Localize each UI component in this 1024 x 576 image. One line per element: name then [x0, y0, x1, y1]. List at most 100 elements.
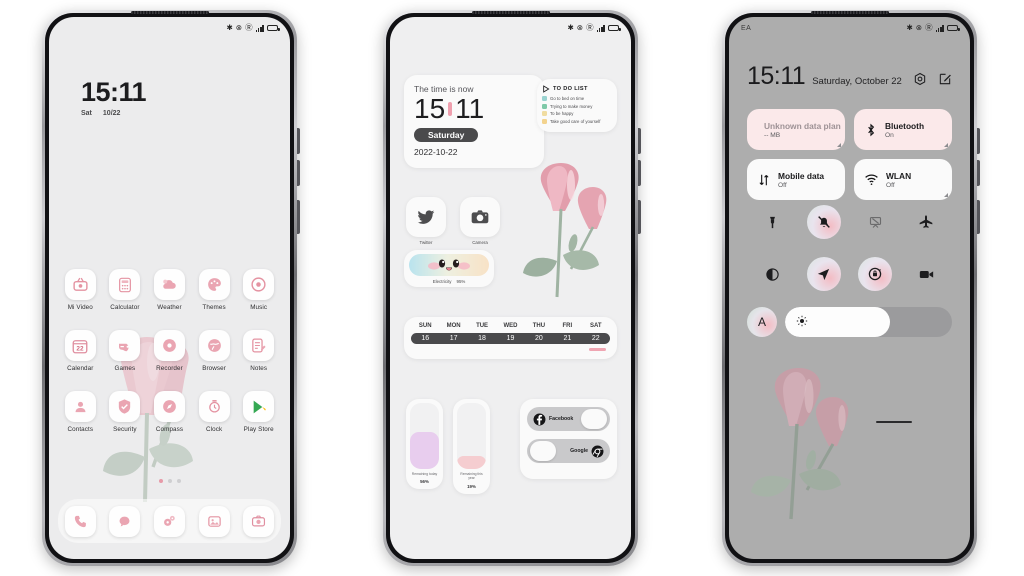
- checkbox-checked-icon[interactable]: [542, 103, 547, 109]
- app-weather[interactable]: Weather: [147, 269, 192, 311]
- app-notes[interactable]: Notes: [236, 330, 281, 372]
- page-indicator[interactable]: [158, 479, 181, 483]
- app-music[interactable]: Music: [236, 269, 281, 311]
- todo-item-text: Trying to make money: [550, 103, 593, 109]
- power-button[interactable]: [977, 200, 980, 234]
- todo-widget[interactable]: TO DO LIST Go to bed on time Trying to m…: [537, 79, 617, 133]
- quick-toggle-silent[interactable]: [806, 205, 841, 239]
- toggle-knob[interactable]: [530, 441, 556, 461]
- volume-up-button[interactable]: [297, 128, 300, 154]
- checkbox-checked-icon[interactable]: [542, 118, 547, 124]
- app-security[interactable]: Security: [103, 391, 148, 433]
- time-widget[interactable]: The time is now 15 11 Saturday 2022-10-2…: [404, 75, 544, 168]
- security-icon: [109, 391, 141, 422]
- quick-toggle-location[interactable]: [806, 257, 841, 291]
- volume-down-button[interactable]: [638, 160, 641, 186]
- tile-title: WLAN: [886, 170, 912, 181]
- app-compass[interactable]: Compass: [147, 391, 192, 433]
- edit-icon[interactable]: [938, 72, 952, 86]
- battery-widget[interactable]: Electricity 95%: [404, 250, 494, 287]
- app-browser[interactable]: Browser: [192, 330, 237, 372]
- expand-corner-icon[interactable]: [944, 193, 948, 197]
- tile-data-plan[interactable]: Unknown data plan -- MB: [747, 109, 845, 150]
- todo-item[interactable]: Take good care of yourself: [542, 118, 612, 124]
- power-button[interactable]: [638, 200, 641, 234]
- clock-widget[interactable]: 15:11 Sat 10/22: [81, 79, 147, 118]
- weekday-label: MON: [446, 323, 461, 329]
- tile-title: Bluetooth: [885, 120, 925, 131]
- expand-corner-icon[interactable]: [837, 143, 841, 147]
- quick-toggle-cast[interactable]: [858, 205, 892, 239]
- quick-toggle-airplane[interactable]: [909, 205, 943, 239]
- app-themes[interactable]: Themes: [192, 269, 237, 311]
- app-label: Music: [250, 304, 268, 311]
- dock-camera[interactable]: [243, 505, 275, 537]
- tile-wlan[interactable]: WLAN Off: [854, 159, 952, 200]
- app-label: Compass: [155, 426, 184, 433]
- google-toggle[interactable]: Google: [527, 439, 610, 463]
- checkbox-icon[interactable]: [542, 96, 547, 101]
- app-play-store[interactable]: Play Store: [236, 391, 281, 433]
- app-clock[interactable]: Clock: [192, 391, 237, 433]
- brightness-slider[interactable]: [785, 307, 952, 337]
- app-contacts[interactable]: Contacts: [58, 391, 103, 433]
- battery-widget-value: 95%: [456, 278, 466, 284]
- toggle-knob[interactable]: [581, 409, 607, 429]
- tulip-illustration: [751, 368, 849, 520]
- quick-toggle-screen-recorder[interactable]: [909, 257, 943, 291]
- quick-toggle-dark-mode[interactable]: [756, 257, 790, 291]
- todo-item[interactable]: Trying to make money: [542, 103, 612, 109]
- carrier-label: EA: [741, 24, 752, 32]
- clock-icon: [198, 391, 230, 422]
- app-games[interactable]: Games: [103, 330, 148, 372]
- volume-down-button[interactable]: [977, 160, 980, 186]
- quick-toggle-auto-rotate[interactable]: [858, 257, 893, 291]
- volume-down-button[interactable]: [297, 160, 300, 186]
- settings-icon[interactable]: [913, 72, 927, 86]
- progress-widget-year[interactable]: Remaining this year 19%: [453, 399, 490, 495]
- page-dot-1[interactable]: [158, 479, 163, 483]
- page-dot-3[interactable]: [176, 479, 181, 483]
- control-center-header: 15:11 Saturday, October 22: [747, 64, 952, 89]
- status-bar: ✱ ⊗ Ⓡ: [390, 17, 631, 39]
- dock-phone[interactable]: [64, 505, 96, 537]
- checkbox-icon[interactable]: [542, 111, 547, 117]
- app-calendar[interactable]: 22 Calendar: [58, 330, 103, 372]
- app-calculator[interactable]: Calculator: [103, 269, 148, 311]
- power-button[interactable]: [297, 200, 300, 234]
- ringer-icon: Ⓡ: [245, 23, 253, 33]
- auto-brightness-button[interactable]: A: [747, 307, 777, 337]
- dock-settings[interactable]: [153, 505, 185, 537]
- app-twitter[interactable]: Twitter: [406, 197, 446, 245]
- calendar-date[interactable]: 17: [439, 335, 467, 342]
- app-mi-video[interactable]: Mi Video: [58, 269, 103, 311]
- todo-item[interactable]: Go to bed on time: [542, 96, 612, 101]
- facebook-icon: [533, 413, 546, 425]
- dock-messages[interactable]: [109, 505, 141, 537]
- page-dot-2[interactable]: [167, 479, 172, 483]
- app-camera[interactable]: Camera: [460, 197, 500, 245]
- app-label: Mi Video: [67, 304, 93, 311]
- calendar-date[interactable]: 19: [496, 335, 524, 342]
- progress-widget-today[interactable]: Remaining today 56%: [406, 399, 443, 490]
- tile-bluetooth[interactable]: Bluetooth On: [854, 109, 952, 150]
- calendar-date[interactable]: 16: [411, 335, 439, 342]
- todo-item-text: To be happy: [550, 111, 574, 117]
- calendar-date[interactable]: 21: [553, 335, 581, 342]
- no-wifi-icon: ⊗: [915, 23, 923, 33]
- volume-up-button[interactable]: [638, 128, 641, 154]
- calendar-date[interactable]: 22: [582, 335, 610, 342]
- calendar-date[interactable]: 18: [468, 335, 496, 342]
- facebook-toggle[interactable]: Facebook: [527, 407, 610, 431]
- calendar-date[interactable]: 20: [525, 335, 553, 342]
- dock-gallery[interactable]: [198, 505, 230, 537]
- quick-toggle-flashlight[interactable]: [756, 205, 790, 239]
- expand-corner-icon[interactable]: [944, 143, 948, 147]
- contacts-icon: [64, 391, 96, 422]
- todo-item[interactable]: To be happy: [542, 111, 612, 117]
- shortcut-toggle-widget[interactable]: Facebook Google: [520, 399, 617, 479]
- volume-up-button[interactable]: [977, 128, 980, 154]
- app-recorder[interactable]: Recorder: [147, 330, 192, 372]
- tile-mobile-data[interactable]: Mobile data Off: [747, 159, 845, 200]
- calendar-widget[interactable]: SUN MON TUE WED THU FRI SAT 16 17 18 19 …: [404, 317, 617, 359]
